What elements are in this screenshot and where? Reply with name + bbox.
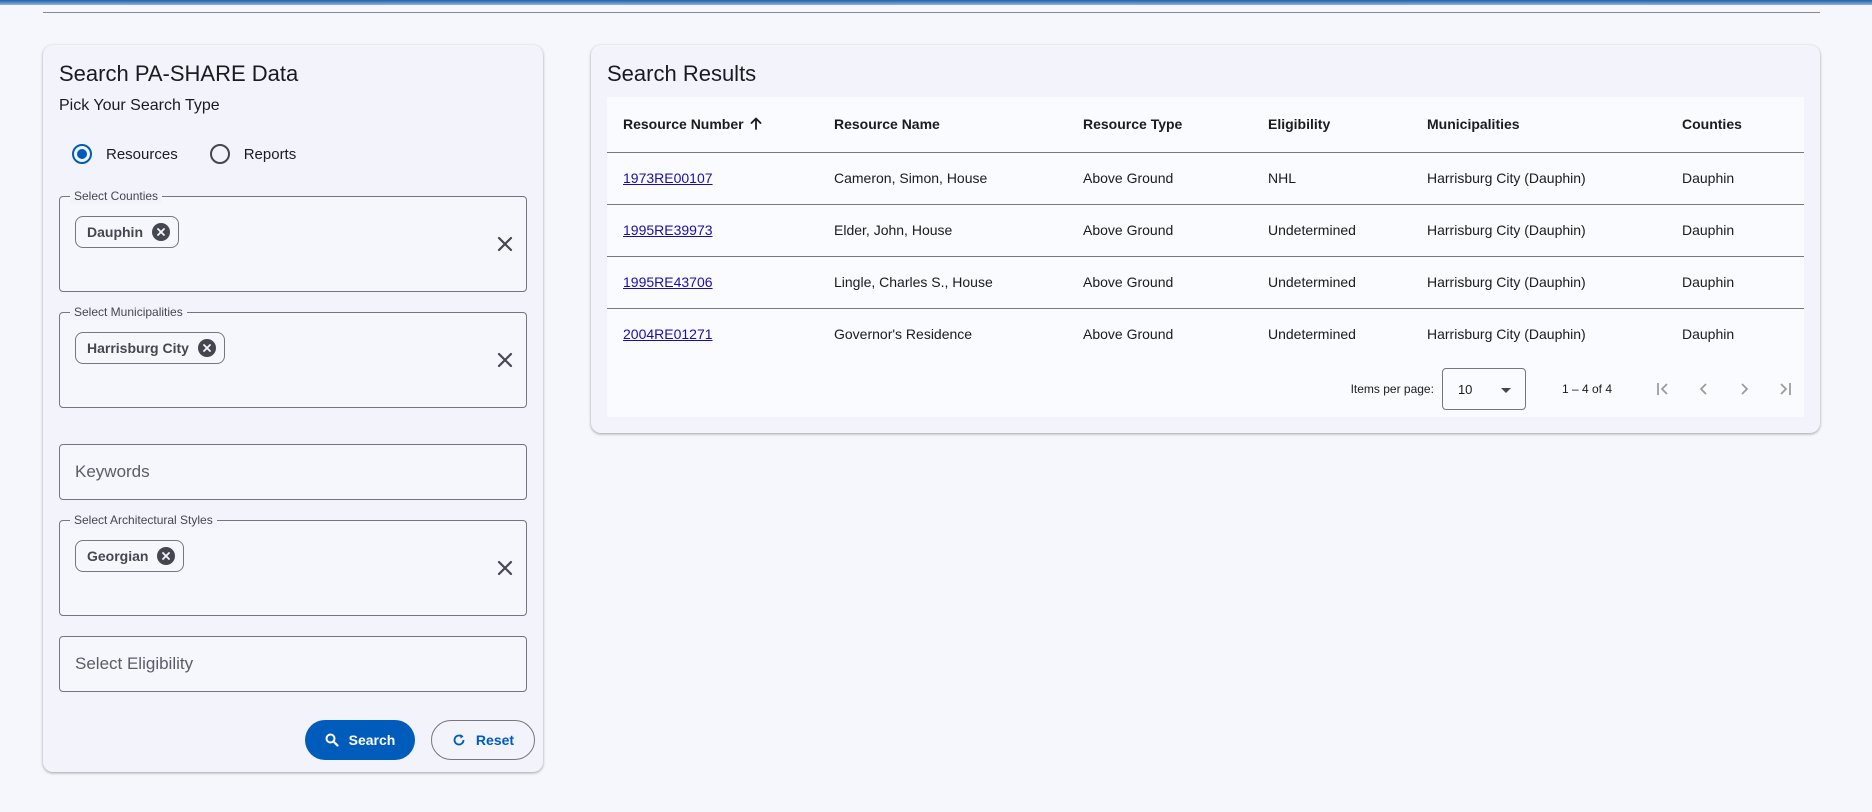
paginator: Items per page: 10 1 – 4 of 4 (607, 367, 1804, 411)
keywords-input[interactable] (60, 445, 526, 499)
results-panel: Search Results Resource Number Resource … (591, 45, 1820, 433)
results-panel-title: Search Results (607, 61, 757, 86)
cell-resource-number: 1973RE00107 (607, 152, 818, 205)
municipalities-select-label: Select Municipalities (70, 304, 187, 320)
resource-link[interactable]: 1995RE43706 (623, 274, 713, 290)
cell-resource-type: Above Ground (1067, 256, 1252, 309)
column-header-municipalities[interactable]: Municipalities (1411, 97, 1666, 153)
column-header-resource-name[interactable]: Resource Name (818, 97, 1067, 153)
cell-eligibility: NHL (1252, 152, 1411, 205)
cell-counties: Dauphin (1666, 204, 1804, 257)
cell-resource-name: Lingle, Charles S., House (818, 256, 1067, 309)
page-range-label: 1 – 4 of 4 (1561, 382, 1612, 396)
chevron-left-icon (1699, 383, 1707, 395)
column-header-eligibility[interactable]: Eligibility (1252, 97, 1411, 153)
cell-resource-number: 1995RE39973 (607, 204, 818, 257)
table-header-row: Resource Number Resource Name Resource T… (607, 97, 1804, 153)
top-accent-bar (0, 0, 1872, 5)
clear-architectural-styles-icon[interactable] (494, 557, 516, 579)
eligibility-input[interactable] (60, 637, 526, 691)
resource-link[interactable]: 1973RE00107 (623, 170, 713, 186)
chip-remove-icon[interactable] (157, 547, 176, 565)
search-type-radio-group: Resources Reports (72, 144, 328, 164)
cell-municipalities: Harrisburg City (Dauphin) (1411, 152, 1666, 205)
clear-municipalities-icon[interactable] (494, 349, 516, 371)
counties-select-label: Select Counties (70, 188, 163, 204)
items-per-page-select[interactable]: 10 (1441, 368, 1526, 410)
municipalities-select[interactable]: Select Municipalities Harrisburg City (59, 304, 527, 408)
cell-resource-type: Above Ground (1067, 204, 1252, 257)
search-icon (325, 733, 339, 747)
municipality-chip-harrisburg: Harrisburg City (75, 332, 225, 364)
chip-remove-icon[interactable] (197, 339, 216, 357)
cell-eligibility: Undetermined (1252, 204, 1411, 257)
resource-link[interactable]: 1995RE39973 (623, 222, 713, 238)
cell-eligibility: Undetermined (1252, 256, 1411, 309)
search-panel: Search PA-SHARE Data Pick Your Search Ty… (43, 45, 543, 772)
style-chip-georgian: Georgian (75, 540, 185, 572)
results-table-container: Resource Number Resource Name Resource T… (607, 97, 1804, 417)
items-per-page-label: Items per page: (1350, 382, 1434, 396)
reset-button-label: Reset (475, 732, 515, 748)
cell-resource-name: Cameron, Simon, House (818, 152, 1067, 205)
top-divider (43, 12, 1820, 13)
search-panel-title: Search PA-SHARE Data (59, 61, 299, 86)
items-per-page-value: 10 (1457, 381, 1473, 397)
radio-resources[interactable] (72, 144, 92, 164)
next-page-button[interactable] (1724, 369, 1764, 409)
chip-remove-icon[interactable] (152, 223, 170, 241)
cell-eligibility: Undetermined (1268, 326, 1356, 343)
radio-reports-label[interactable]: Reports (244, 146, 297, 163)
architectural-styles-select-label: Select Architectural Styles (70, 512, 217, 528)
chip-label: Dauphin (87, 224, 143, 240)
sort-ascending-icon (750, 117, 762, 133)
eligibility-select (59, 636, 527, 692)
cell-municipalities: Harrisburg City (Dauphin) (1411, 256, 1666, 309)
search-button-label: Search (348, 732, 396, 748)
cell-resource-number: 1995RE43706 (607, 256, 818, 309)
cell-counties: Dauphin (1666, 152, 1804, 205)
table-row: 1995RE39973 Elder, John, House Above Gro… (607, 204, 1804, 257)
column-header-resource-number[interactable]: Resource Number (607, 97, 818, 153)
table-row: 2004RE01271 Governor's Residence Above G… (607, 308, 1804, 360)
county-chip-dauphin: Dauphin (75, 216, 179, 248)
cell-resource-type: Above Ground (1067, 152, 1252, 205)
counties-select[interactable]: Select Counties Dauphin (59, 188, 527, 292)
cell-counties: Dauphin (1682, 326, 1735, 343)
chevron-right-icon (1741, 383, 1749, 395)
first-page-icon (1657, 383, 1668, 395)
radio-reports[interactable] (209, 144, 230, 164)
column-header-label: Resource Number (623, 115, 744, 132)
resource-link[interactable]: 2004RE01271 (623, 326, 713, 342)
cell-resource-name: Governor's Residence (834, 326, 973, 343)
table-row: 1973RE00107 Cameron, Simon, House Above … (607, 152, 1804, 205)
last-page-button[interactable] (1764, 369, 1804, 409)
results-table: Resource Number Resource Name Resource T… (607, 97, 1804, 360)
cell-municipalities: Harrisburg City (Dauphin) (1427, 326, 1586, 343)
reset-button[interactable]: Reset (431, 720, 535, 760)
table-row: 1995RE43706 Lingle, Charles S., House Ab… (607, 256, 1804, 309)
keywords-field (59, 444, 527, 500)
cell-municipalities: Harrisburg City (Dauphin) (1411, 204, 1666, 257)
cell-resource-number: 2004RE01271 (607, 308, 818, 360)
last-page-icon (1780, 383, 1791, 395)
dropdown-arrow-icon (1500, 382, 1511, 397)
architectural-styles-select[interactable]: Select Architectural Styles Georgian (59, 512, 527, 616)
search-button[interactable]: Search (305, 720, 415, 760)
column-header-resource-type[interactable]: Resource Type (1067, 97, 1252, 153)
search-type-subtitle: Pick Your Search Type (59, 97, 220, 114)
first-page-button[interactable] (1644, 369, 1684, 409)
clear-counties-icon[interactable] (494, 233, 516, 255)
radio-resources-label[interactable]: Resources (106, 146, 178, 163)
cell-resource-type: Above Ground (1083, 326, 1174, 343)
chip-label: Georgian (87, 548, 149, 564)
cell-counties: Dauphin (1666, 256, 1804, 309)
refresh-icon (453, 734, 465, 746)
cell-resource-name: Elder, John, House (818, 204, 1067, 257)
previous-page-button[interactable] (1684, 369, 1724, 409)
chip-label: Harrisburg City (87, 340, 189, 356)
column-header-counties[interactable]: Counties (1666, 97, 1804, 153)
